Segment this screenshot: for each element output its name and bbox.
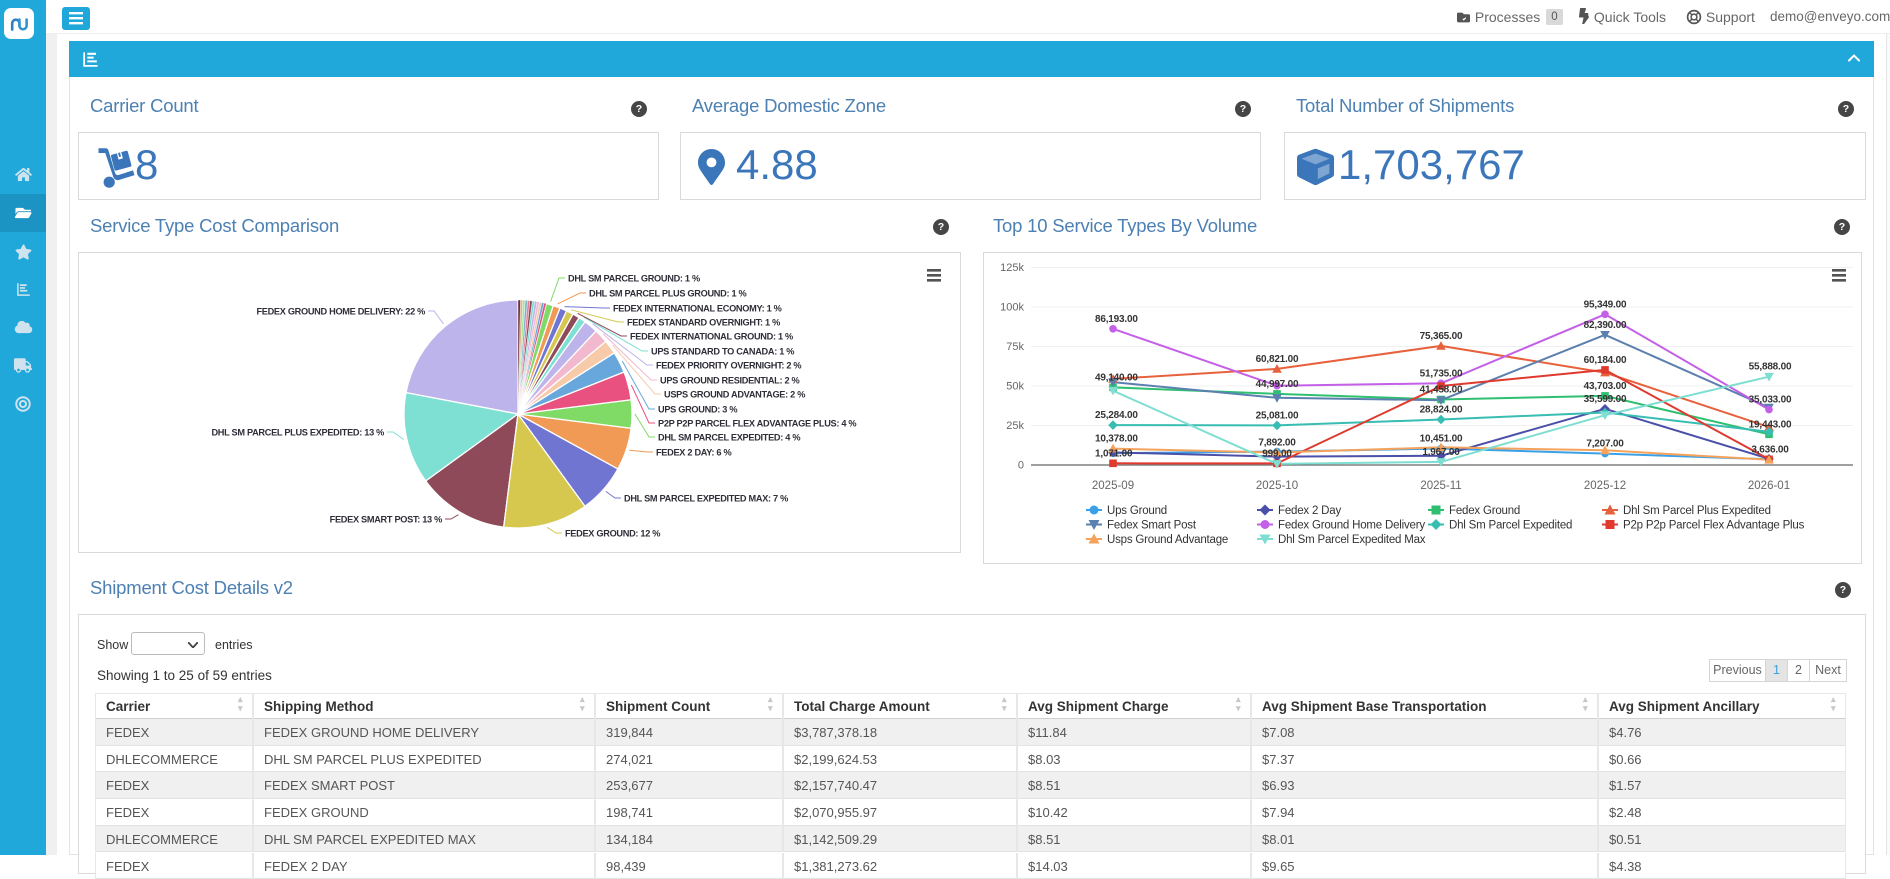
svg-text:2025-12: 2025-12 [1584,480,1626,492]
svg-text:7,207.00: 7,207.00 [1586,439,1624,450]
svg-text:35,033.00: 35,033.00 [1749,395,1792,406]
svg-text:35,599.00: 35,599.00 [1584,394,1627,405]
svg-text:41,458.00: 41,458.00 [1420,385,1463,396]
svg-text:DHL SM PARCEL PLUS EXPEDITED:: DHL SM PARCEL PLUS EXPEDITED: 13 % [211,428,384,438]
svg-text:28,824.00: 28,824.00 [1420,405,1463,416]
svg-text:Ups Ground: Ups Ground [1107,505,1167,517]
svg-text:Dhl Sm Parcel Expedited: Dhl Sm Parcel Expedited [1449,520,1572,532]
svg-text:DHL SM PARCEL GROUND: 1 %: DHL SM PARCEL GROUND: 1 % [568,274,700,284]
svg-text:FEDEX PRIORITY OVERNIGHT: 2 %: FEDEX PRIORITY OVERNIGHT: 2 % [656,361,801,371]
svg-text:25,284.00: 25,284.00 [1095,410,1138,421]
svg-text:75k: 75k [1006,341,1024,353]
svg-text:P2P P2P PARCEL FLEX ADVANTAGE: P2P P2P PARCEL FLEX ADVANTAGE PLUS: 4 % [658,419,856,429]
svg-text:FEDEX STANDARD OVERNIGHT: 1 %: FEDEX STANDARD OVERNIGHT: 1 % [627,318,780,328]
svg-text:125k: 125k [1000,262,1024,274]
svg-text:43,703.00: 43,703.00 [1584,381,1627,392]
svg-text:DHL SM PARCEL EXPEDITED MAX: 7: DHL SM PARCEL EXPEDITED MAX: 7 % [624,494,788,504]
svg-text:51,735.00: 51,735.00 [1420,368,1463,379]
svg-text:Fedex Smart Post: Fedex Smart Post [1107,520,1197,532]
svg-text:FEDEX INTERNATIONAL ECONOMY: 1: FEDEX INTERNATIONAL ECONOMY: 1 % [613,304,782,314]
svg-text:P2p P2p Parcel Flex Advantage: P2p P2p Parcel Flex Advantage Plus [1623,520,1805,532]
svg-text:Dhl Sm Parcel Expedited Max: Dhl Sm Parcel Expedited Max [1278,534,1426,546]
svg-text:50k: 50k [1006,381,1024,393]
svg-text:82,390.00: 82,390.00 [1584,320,1627,331]
svg-text:2026-01: 2026-01 [1748,480,1790,492]
svg-text:DHL SM PARCEL EXPEDITED: 4 %: DHL SM PARCEL EXPEDITED: 4 % [658,433,800,443]
svg-text:60,184.00: 60,184.00 [1584,355,1627,366]
svg-text:UPS GROUND RESIDENTIAL: 2 %: UPS GROUND RESIDENTIAL: 2 % [660,376,800,386]
svg-text:2025-11: 2025-11 [1420,480,1461,492]
svg-text:25,081.00: 25,081.00 [1256,410,1299,421]
svg-text:FEDEX GROUND HOME DELIVERY: 22: FEDEX GROUND HOME DELIVERY: 22 % [256,307,425,317]
svg-text:44,997.00: 44,997.00 [1256,379,1299,390]
svg-text:FEDEX GROUND: 12 %: FEDEX GROUND: 12 % [565,529,660,539]
svg-text:7,892.00: 7,892.00 [1258,438,1296,449]
svg-text:Fedex Ground Home Delivery: Fedex Ground Home Delivery [1278,520,1425,532]
svg-text:10,378.00: 10,378.00 [1095,434,1138,445]
svg-text:60,821.00: 60,821.00 [1256,354,1299,365]
svg-text:FEDEX INTERNATIONAL GROUND: 1: FEDEX INTERNATIONAL GROUND: 1 % [630,332,793,342]
svg-text:19,443.00: 19,443.00 [1749,419,1792,430]
svg-text:FEDEX SMART POST: 13 %: FEDEX SMART POST: 13 % [330,515,442,525]
svg-text:1,071.00: 1,071.00 [1095,448,1133,459]
svg-text:2025-10: 2025-10 [1256,480,1298,492]
svg-text:75,365.00: 75,365.00 [1420,331,1463,342]
svg-text:100k: 100k [1000,302,1024,314]
svg-text:DHL SM PARCEL PLUS GROUND: 1 %: DHL SM PARCEL PLUS GROUND: 1 % [589,289,747,299]
svg-text:95,349.00: 95,349.00 [1584,299,1627,310]
svg-text:1,967.00: 1,967.00 [1422,447,1460,458]
svg-text:USPS GROUND ADVANTAGE: 2 %: USPS GROUND ADVANTAGE: 2 % [664,390,805,400]
svg-text:86,193.00: 86,193.00 [1095,314,1138,325]
svg-text:Dhl Sm Parcel Plus Expedited: Dhl Sm Parcel Plus Expedited [1623,505,1771,517]
svg-text:Fedex Ground: Fedex Ground [1449,505,1520,517]
svg-text:49,140.00: 49,140.00 [1095,372,1138,383]
svg-text:25k: 25k [1006,420,1024,432]
svg-text:FEDEX 2 DAY: 6 %: FEDEX 2 DAY: 6 % [656,448,731,458]
svg-text:2025-09: 2025-09 [1092,480,1134,492]
svg-text:UPS STANDARD TO CANADA: 1 %: UPS STANDARD TO CANADA: 1 % [651,347,794,357]
svg-text:55,888.00: 55,888.00 [1749,362,1792,373]
svg-text:0: 0 [1018,460,1024,472]
svg-text:UPS GROUND: 3 %: UPS GROUND: 3 % [658,405,737,415]
svg-text:10,451.00: 10,451.00 [1420,434,1463,445]
svg-text:Fedex 2 Day: Fedex 2 Day [1278,505,1341,517]
svg-text:Usps Ground Advantage: Usps Ground Advantage [1107,534,1228,546]
svg-text:999.00: 999.00 [1262,448,1292,459]
svg-text:3,636.00: 3,636.00 [1751,444,1789,455]
